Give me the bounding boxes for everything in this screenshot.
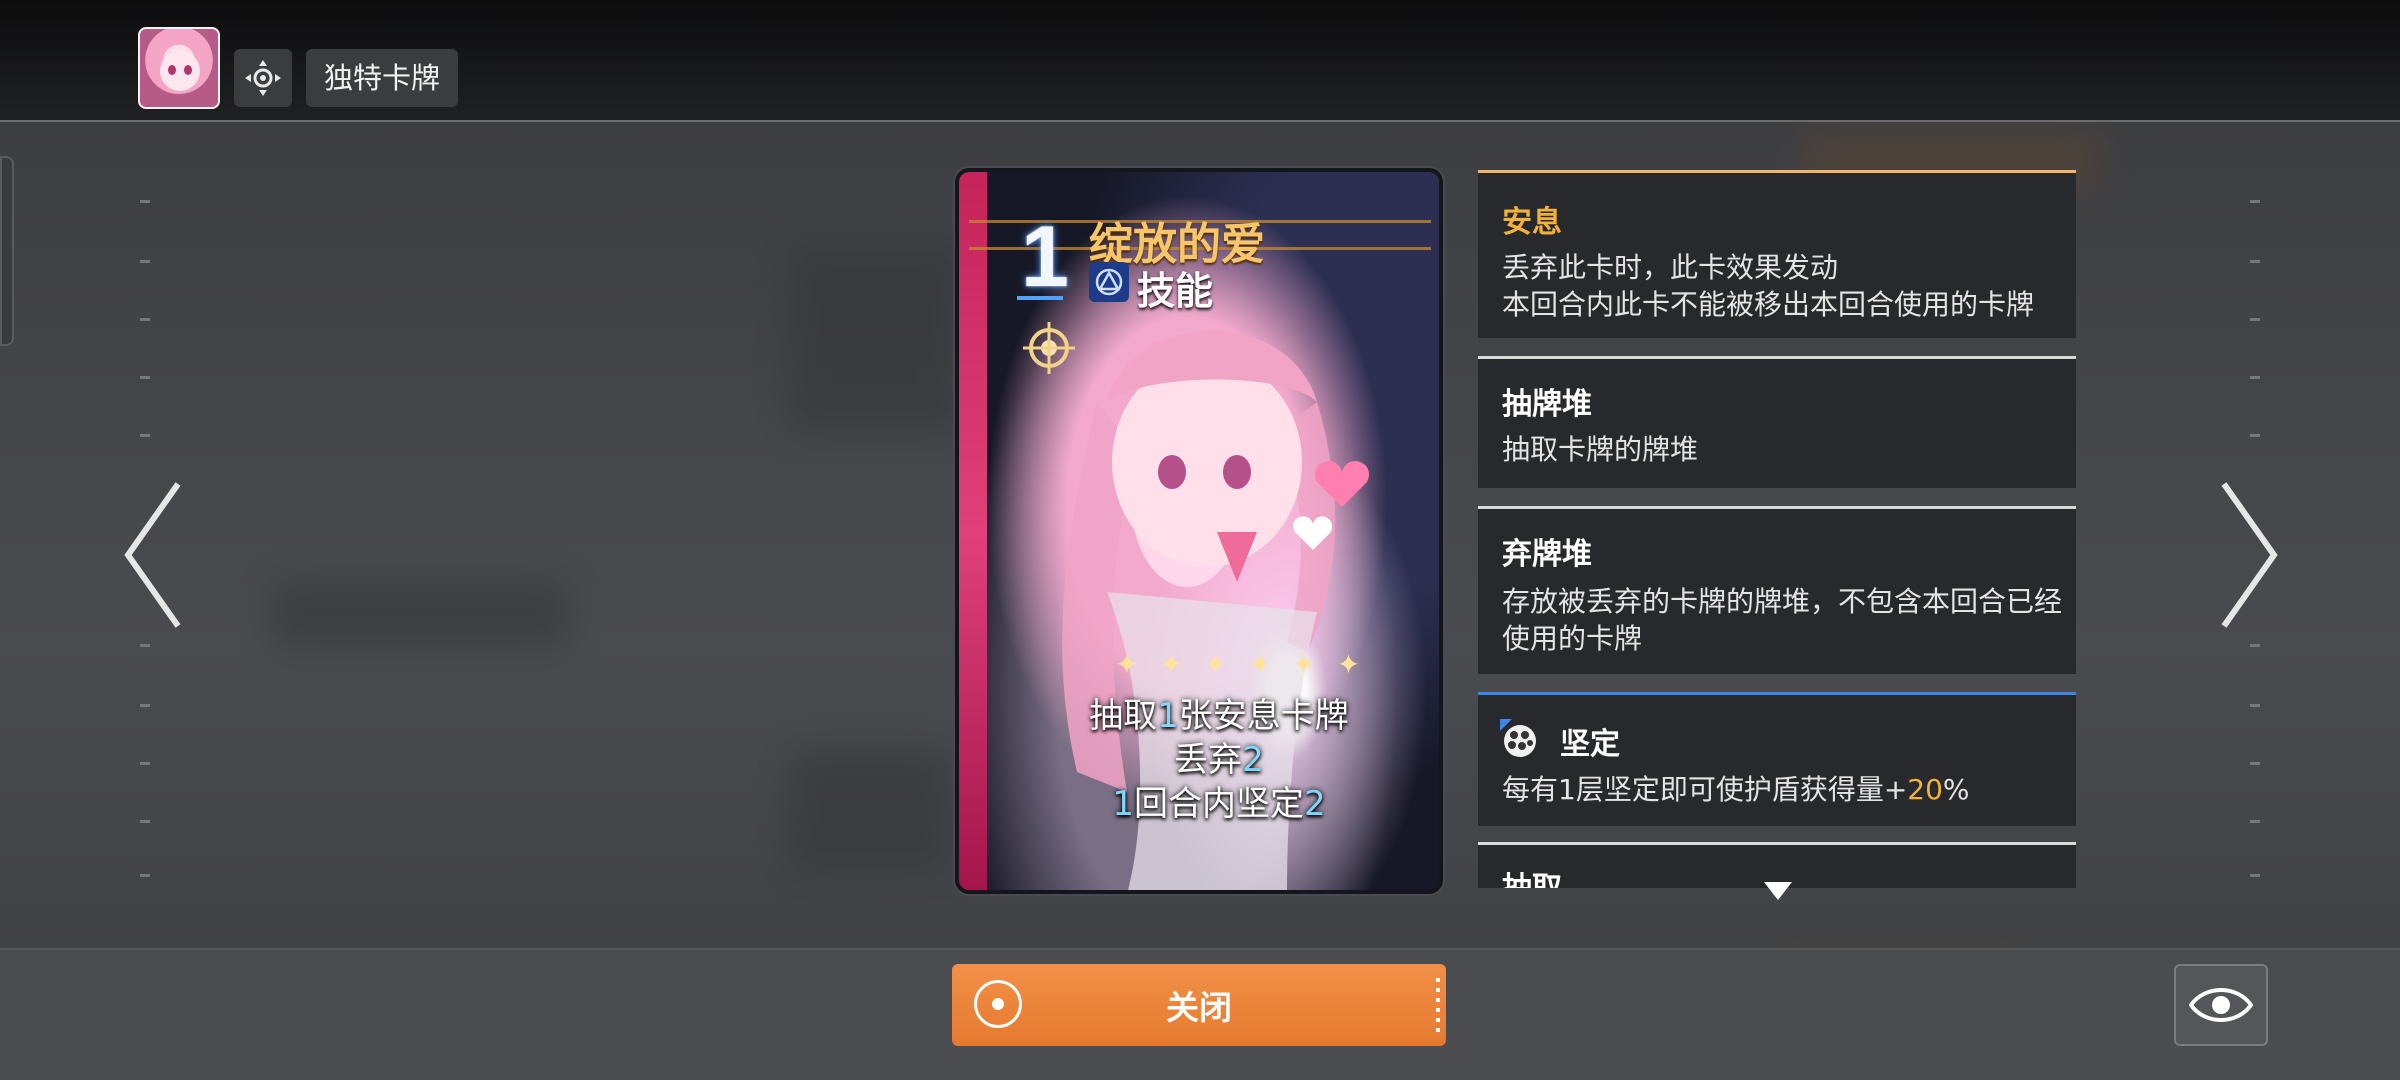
cost-underline xyxy=(1017,296,1063,300)
card-type-label: 技能 xyxy=(1137,269,1214,313)
avatar-eye xyxy=(168,65,176,75)
keyword-desc: 每有1层坚定即可使护盾获得量+20% xyxy=(1502,773,1970,806)
effect-line-3: 1回合内坚定2 xyxy=(1112,784,1326,824)
eye-icon[interactable] xyxy=(2174,964,2268,1046)
keyword-panel-rest: 安息 丢弃此卡时，此卡效果发动 本回合内此卡不能被移出本回合使用的卡牌 xyxy=(1478,170,2076,338)
previous-arrow-icon[interactable] xyxy=(120,480,190,630)
keyword-panel-resolve: 坚定 每有1层坚定即可使护盾获得量+20% xyxy=(1478,692,2076,826)
effect-line-2: 丢弃2 xyxy=(1174,740,1264,780)
card-rarity-strip xyxy=(959,172,987,890)
next-arrow-icon[interactable] xyxy=(2212,480,2282,630)
target-icon[interactable] xyxy=(234,49,292,107)
blurred-bg-panel xyxy=(790,750,950,870)
character-avatar[interactable] xyxy=(138,27,220,109)
keyword-desc: 抽取卡牌的牌堆 xyxy=(1502,433,1699,466)
blurred-bg-panel xyxy=(790,250,960,430)
close-label: 关闭 xyxy=(1166,988,1232,1027)
keyword-title: 抽取 xyxy=(1502,863,1562,888)
keyword-panel-discard-pile: 弃牌堆 存放被丢弃的卡牌的牌堆，不包含本回合已经使用的卡牌 xyxy=(1478,506,2076,674)
blurred-bg-panel xyxy=(270,580,570,650)
skill-type-icon xyxy=(1089,262,1129,302)
keyword-title: 安息 xyxy=(1502,205,1562,240)
card-effect-text: 抽取1张安息卡牌 丢弃2 1回合内坚定2 xyxy=(999,694,1439,826)
keyword-title: 弃牌堆 xyxy=(1502,537,1592,572)
avatar-eye xyxy=(184,65,192,75)
sparkle-divider-icon: ✦ ✦ ✦ ✦ ✦ ✦ xyxy=(1115,648,1367,681)
targeting-icon xyxy=(1019,318,1079,382)
unique-cards-tag: 独特卡牌 xyxy=(306,49,459,107)
scroll-down-icon[interactable] xyxy=(1764,882,1792,900)
top-bar: 独特卡牌 xyxy=(0,0,2400,122)
keyword-desc: 丢弃此卡时，此卡效果发动 本回合内此卡不能被移出本回合使用的卡牌 xyxy=(1502,251,2035,321)
skill-card[interactable]: 1 绽放的爱 技能 ✦ ✦ ✦ ✦ ✦ ✦ 抽取1张安息卡牌 丢弃2 1回合内坚… xyxy=(955,168,1443,894)
keyword-title: 抽牌堆 xyxy=(1502,387,1592,422)
keyword-desc: 存放被丢弃的卡牌的牌堆，不包含本回合已经使用的卡牌 xyxy=(1502,585,2063,655)
shield-dots-icon xyxy=(1498,717,1542,761)
card-cost: 1 xyxy=(1021,209,1069,305)
dots-decoration xyxy=(1436,978,1440,1032)
left-edge-tab[interactable] xyxy=(0,156,14,346)
keyword-title: 坚定 xyxy=(1560,727,1620,762)
close-circle-icon xyxy=(974,980,1022,1028)
avatar-face xyxy=(160,51,200,91)
effect-line-1: 抽取1张安息卡牌 xyxy=(1089,696,1349,736)
close-button[interactable]: 关闭 xyxy=(952,964,1446,1046)
keyword-panel-draw-pile: 抽牌堆 抽取卡牌的牌堆 xyxy=(1478,356,2076,488)
